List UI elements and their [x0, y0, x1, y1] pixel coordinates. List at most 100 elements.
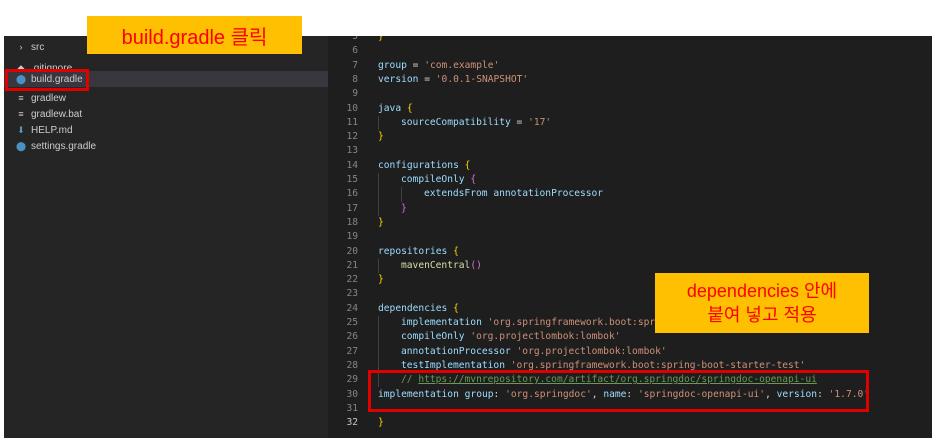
- code-token: {: [453, 302, 459, 314]
- code-line[interactable]: 5}: [328, 36, 932, 44]
- line-number: 25: [346, 317, 358, 328]
- dependency-lines-highlight: [368, 370, 869, 412]
- code-text: java {: [378, 102, 413, 116]
- code-token: mavenCentral: [401, 259, 471, 271]
- code-token: =: [418, 73, 436, 85]
- code-line[interactable]: 13: [328, 144, 932, 158]
- gradle-elephant-icon: ⬤: [15, 140, 27, 151]
- code-line[interactable]: 10 java {: [328, 102, 932, 116]
- code-token: dependencies: [378, 302, 448, 314]
- line-number: 27: [346, 345, 358, 357]
- line-number: 24: [346, 302, 358, 314]
- code-text: dependencies {: [378, 302, 459, 316]
- code-text: configurations {: [378, 159, 470, 173]
- code-token: version: [378, 73, 419, 85]
- code-line[interactable]: 11 sourceCompatibility = '17': [328, 116, 932, 130]
- code-line[interactable]: 8 version = '0.0.1-SNAPSHOT': [328, 73, 932, 87]
- code-text: compileOnly 'org.projectlombok:lombok': [401, 330, 621, 344]
- line-number: 5: [352, 36, 358, 42]
- code-token: extendsFrom: [424, 188, 488, 200]
- code-token: }: [378, 216, 384, 228]
- code-line[interactable]: 16 extendsFrom annotationProcessor: [328, 187, 932, 201]
- explorer-item[interactable]: ⬤ settings.gradle: [4, 138, 328, 154]
- explorer-item-label: HELP.md: [31, 124, 73, 136]
- code-text: }: [378, 130, 384, 144]
- code-line[interactable]: 21 mavenCentral(): [328, 259, 932, 273]
- code-token: configurations: [378, 159, 459, 171]
- indent-guide: [378, 316, 379, 331]
- line-number: 15: [346, 174, 358, 185]
- paste-instruction-line2: 붙여 넣고 적용: [707, 305, 817, 325]
- line-number: 9: [352, 88, 358, 100]
- code-line[interactable]: 17}: [328, 202, 932, 216]
- code-line[interactable]: 14 configurations {: [328, 159, 932, 173]
- line-number: 29: [346, 374, 358, 386]
- code-token: annotationProcessor: [493, 188, 604, 200]
- code-line[interactable]: 32}: [328, 416, 932, 430]
- indent-guide: [378, 201, 379, 216]
- code-token: =: [406, 59, 425, 71]
- code-token: repositories: [378, 245, 448, 257]
- code-text: }: [378, 416, 384, 430]
- code-line[interactable]: 20 repositories {: [328, 245, 932, 259]
- explorer-item-label: settings.gradle: [31, 140, 97, 152]
- code-token: 'org.projectlombok:lombok': [516, 345, 667, 357]
- markdown-icon: ⬇: [17, 124, 25, 135]
- explorer-item[interactable]: ≡ gradlew.bat: [4, 106, 328, 122]
- code-text: }: [378, 216, 384, 230]
- line-number: 10: [346, 102, 358, 114]
- lines-icon: ≡: [18, 93, 24, 103]
- indent-guide: [378, 330, 379, 345]
- line-number: 19: [346, 231, 358, 243]
- line-number: 13: [346, 145, 358, 157]
- code-line[interactable]: 15 compileOnly {: [328, 173, 932, 187]
- code-token: implementation: [401, 317, 482, 328]
- code-text: mavenCentral(): [401, 259, 482, 273]
- code-text: group = 'com.example': [378, 59, 499, 73]
- line-number: 14: [346, 159, 358, 171]
- code-token: }: [378, 36, 384, 42]
- code-token: {: [464, 159, 471, 171]
- code-text: version = '0.0.1-SNAPSHOT': [378, 73, 528, 87]
- indent-guide: [378, 344, 379, 359]
- code-text: }: [401, 202, 407, 216]
- click-instruction-text: build.gradle 클릭: [121, 26, 268, 49]
- code-line[interactable]: 9: [328, 87, 932, 101]
- indent-guide: [401, 187, 402, 202]
- explorer-item-label: gradlew: [31, 92, 67, 104]
- code-line[interactable]: 27 annotationProcessor 'org.projectlombok…: [328, 345, 932, 359]
- code-token: }: [378, 274, 384, 286]
- code-token: java: [378, 102, 402, 114]
- line-number: 8: [352, 73, 358, 85]
- explorer-item[interactable]: ⬇ HELP.md: [4, 122, 328, 138]
- code-line[interactable]: 6: [328, 44, 932, 58]
- code-token: }: [401, 202, 407, 214]
- line-number: 32: [346, 417, 358, 429]
- line-number: 18: [346, 216, 358, 228]
- paste-instruction-callout: dependencies 안에 붙여 넣고 적용: [655, 273, 869, 333]
- code-text: extendsFrom annotationProcessor: [424, 187, 603, 201]
- code-token: '0.0.1-SNAPSHOT': [435, 73, 529, 85]
- indent-guide: [378, 187, 379, 202]
- code-text: sourceCompatibility = '17': [401, 116, 551, 130]
- code-token: }: [378, 131, 384, 143]
- explorer-item[interactable]: ≡ gradlew: [4, 90, 328, 106]
- code-token: group: [378, 59, 407, 71]
- paste-instruction-line1: dependencies 안에: [686, 281, 838, 301]
- code-token: {: [453, 245, 459, 257]
- code-text: annotationProcessor 'org.projectlombok:l…: [401, 345, 667, 359]
- code-line[interactable]: 12}: [328, 130, 932, 144]
- line-number: 28: [346, 359, 358, 371]
- code-token: '17': [528, 116, 552, 128]
- code-line[interactable]: 7 group = 'com.example': [328, 59, 932, 73]
- code-line[interactable]: 18}: [328, 216, 932, 230]
- code-token: compileOnly: [401, 174, 465, 185]
- code-token: =: [510, 116, 529, 128]
- code-token: annotationProcessor: [401, 345, 511, 357]
- chevron-right-icon: ›: [19, 42, 23, 52]
- code-token: sourceCompatibility: [401, 116, 511, 128]
- code-line[interactable]: 19: [328, 230, 932, 244]
- line-number: 17: [346, 202, 358, 214]
- code-token: 'com.example': [424, 59, 500, 71]
- line-number: 11: [346, 116, 358, 128]
